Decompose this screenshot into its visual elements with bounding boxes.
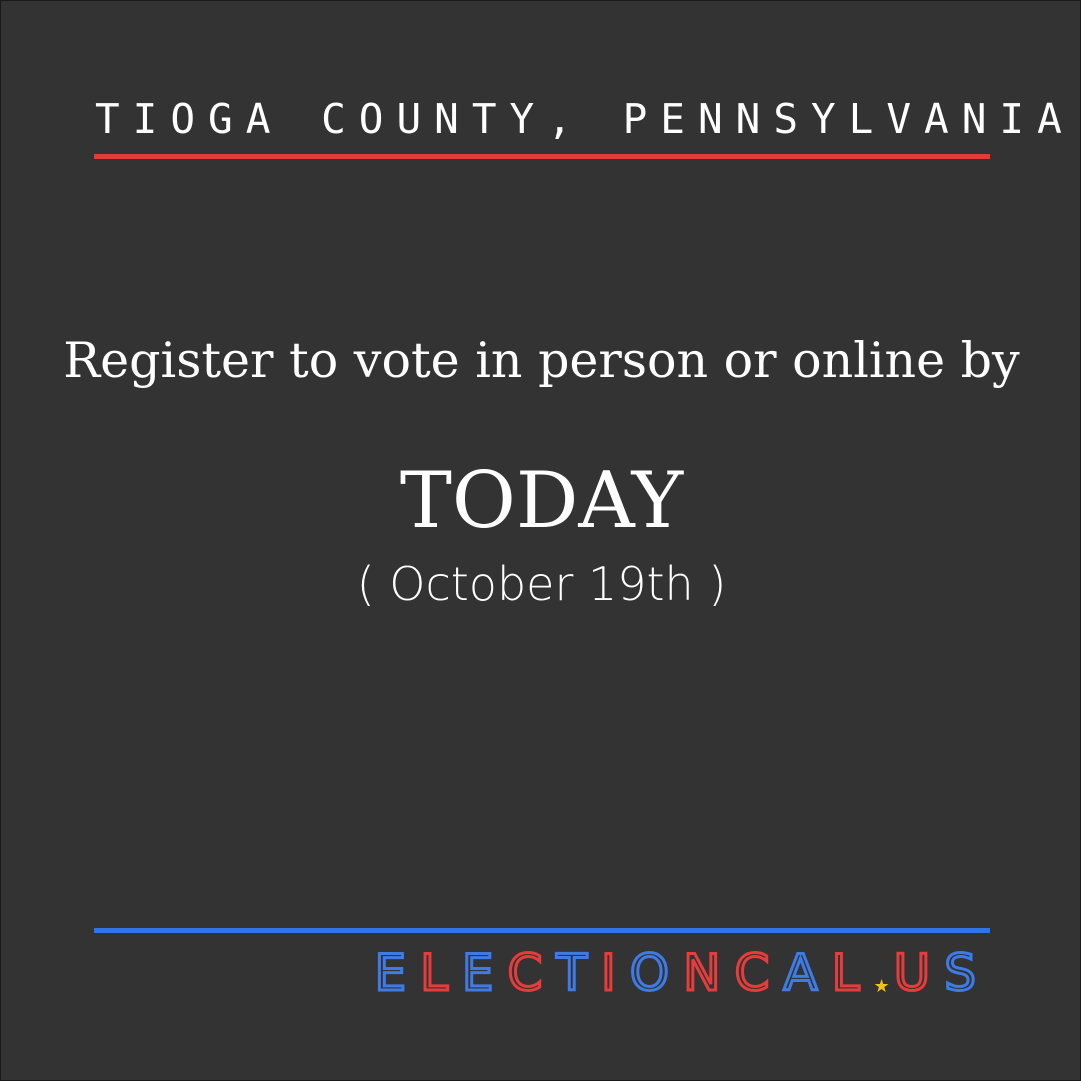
deadline-today: TODAY bbox=[399, 456, 684, 546]
logo-letter: I bbox=[599, 944, 630, 1003]
logo-letter: A bbox=[782, 944, 832, 1003]
register-message: Register to vote in person or online by bbox=[63, 332, 1020, 389]
logo-letter: U bbox=[892, 944, 945, 1003]
logo-letter: C bbox=[506, 944, 557, 1003]
logo-letter: L bbox=[419, 944, 462, 1003]
logo-letter: L bbox=[830, 944, 874, 1003]
county-title: TIOGA COUNTY, PENNSYLVANIA bbox=[95, 95, 1075, 143]
logo-letter: C bbox=[733, 944, 784, 1003]
deadline-date: ( October 19th ) bbox=[356, 557, 727, 611]
logo-letter: E bbox=[373, 944, 421, 1003]
top-divider-red bbox=[94, 154, 990, 159]
logo-letter: S bbox=[943, 944, 990, 1003]
star-icon: ★ bbox=[873, 976, 894, 997]
logo-letter: O bbox=[628, 944, 684, 1003]
bottom-divider-blue bbox=[94, 928, 990, 933]
logo-letter: E bbox=[460, 944, 508, 1003]
logo-cal-text: CAL bbox=[733, 944, 874, 1003]
election-graphic: TIOGA COUNTY, PENNSYLVANIA Register to v… bbox=[0, 0, 1081, 1081]
logo-us-text: US bbox=[892, 944, 990, 1003]
electioncal-logo: ELECTION CAL ★ US bbox=[373, 944, 990, 1003]
logo-election-text: ELECTION bbox=[373, 944, 735, 1003]
logo-letter: T bbox=[555, 944, 601, 1003]
logo-letter: N bbox=[682, 944, 735, 1003]
